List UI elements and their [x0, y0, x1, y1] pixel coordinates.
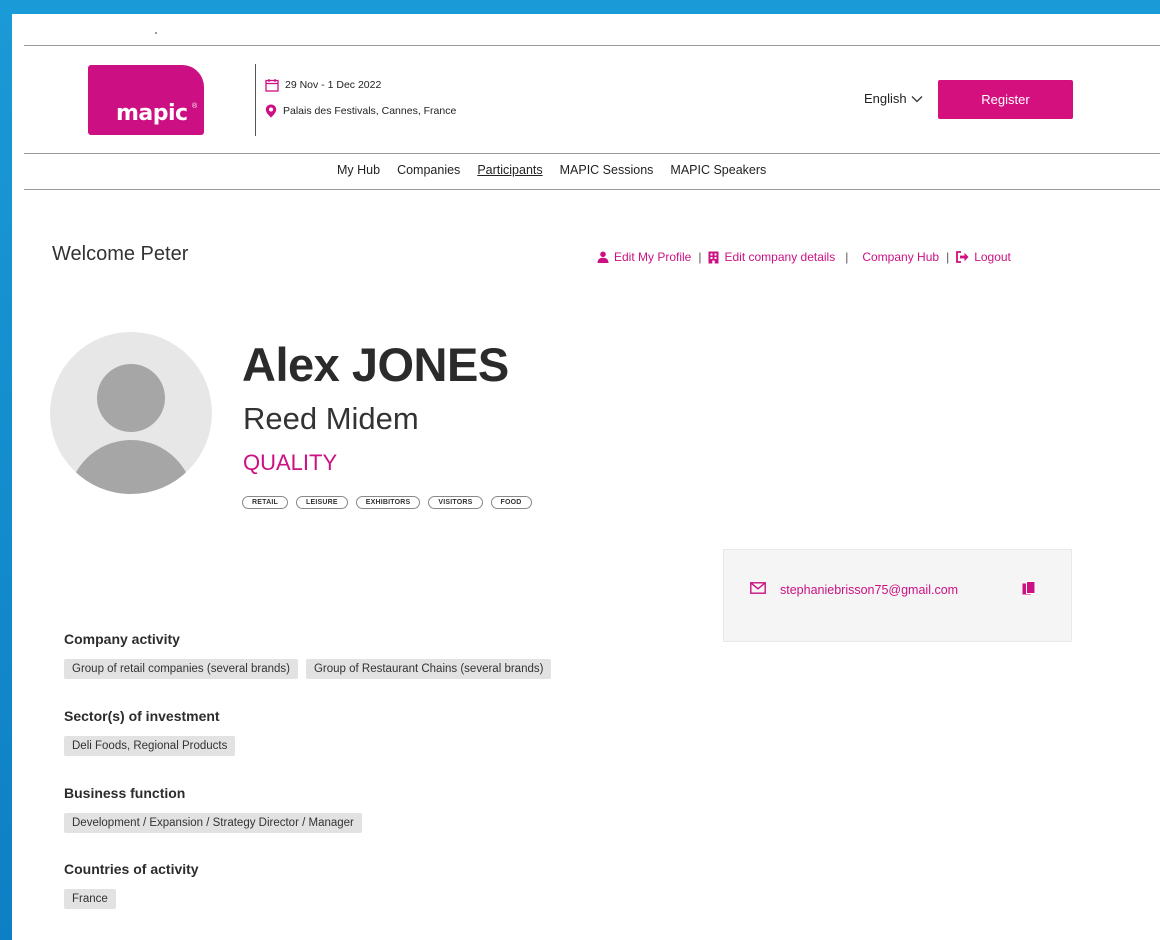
- user-links: Edit My Profile | Edit company details |…: [597, 250, 1011, 264]
- edit-company-label: Edit company details: [724, 250, 836, 264]
- event-date: 29 Nov - 1 Dec 2022: [265, 78, 381, 92]
- logo-text: mapic: [116, 101, 188, 126]
- company-name: Reed Midem: [243, 401, 419, 436]
- copy-icon[interactable]: [1022, 581, 1036, 602]
- quality-label: QUALITY: [243, 450, 338, 475]
- top-dot: [155, 32, 157, 34]
- chip: Group of Restaurant Chains (several bran…: [305, 659, 552, 679]
- chips-company-activity: Group of retail companies (several brand…: [64, 659, 552, 679]
- envelope-icon: [750, 582, 766, 597]
- chip: Group of retail companies (several brand…: [64, 659, 298, 679]
- tag-exhibitors: EXHIBITORS: [355, 496, 421, 509]
- contact-box: stephaniebrisson75@gmail.com: [723, 549, 1072, 642]
- language-label: English: [864, 91, 907, 106]
- nav-item-mapic-sessions[interactable]: MAPIC Sessions: [560, 163, 654, 177]
- nav-item-mapic-speakers[interactable]: MAPIC Speakers: [670, 163, 766, 177]
- register-button[interactable]: Register: [938, 80, 1073, 119]
- tag-leisure: LEISURE: [295, 496, 348, 509]
- section-title-sectors: Sector(s) of investment: [64, 708, 220, 724]
- logout-icon: [956, 251, 969, 263]
- edit-profile-link[interactable]: Edit My Profile: [597, 250, 691, 264]
- calendar-icon: [265, 78, 279, 92]
- contact-email[interactable]: stephaniebrisson75@gmail.com: [750, 582, 958, 597]
- main-nav: My Hub Companies Participants MAPIC Sess…: [337, 163, 766, 177]
- mapic-logo[interactable]: mapic ®: [88, 65, 204, 135]
- language-selector[interactable]: English: [864, 91, 923, 106]
- tag-retail: RETAIL: [242, 496, 288, 509]
- building-icon: [708, 251, 719, 264]
- header-top-divider: [24, 45, 1160, 46]
- avatar: [50, 332, 212, 494]
- edit-profile-label: Edit My Profile: [614, 250, 692, 264]
- person-name: Alex JONES: [242, 338, 509, 391]
- chip: France: [64, 889, 116, 909]
- page: mapic ® 29 Nov - 1 Dec 2022 Palais des F…: [12, 14, 1160, 940]
- user-icon: [597, 251, 609, 263]
- logout-label: Logout: [974, 250, 1011, 264]
- welcome-message: Welcome Peter: [52, 243, 189, 265]
- event-date-text: 29 Nov - 1 Dec 2022: [285, 79, 382, 91]
- nav-top-divider: [24, 153, 1160, 154]
- email-text: stephaniebrisson75@gmail.com: [780, 582, 959, 597]
- chips-business-function: Development / Expansion / Strategy Direc…: [64, 813, 362, 833]
- avatar-body: [68, 440, 194, 494]
- section-title-countries: Countries of activity: [64, 861, 199, 877]
- event-location-text: Palais des Festivals, Cannes, France: [283, 105, 457, 117]
- logout-link[interactable]: Logout: [956, 250, 1011, 264]
- edit-company-link[interactable]: Edit company details: [708, 250, 835, 264]
- profile-tags: RETAIL LEISURE EXHIBITORS VISITORS FOOD: [242, 496, 532, 509]
- chips-countries: France: [64, 889, 116, 909]
- nav-item-my-hub[interactable]: My Hub: [337, 163, 380, 177]
- tag-visitors: VISITORS: [428, 496, 483, 509]
- link-separator: |: [845, 250, 849, 264]
- nav-item-participants[interactable]: Participants: [477, 163, 542, 177]
- company-hub-label: Company Hub: [862, 250, 940, 264]
- event-location: Palais des Festivals, Cannes, France: [265, 104, 456, 118]
- nav-bottom-divider: [24, 189, 1160, 190]
- chip: Deli Foods, Regional Products: [64, 736, 236, 756]
- header-vertical-divider: [255, 64, 256, 136]
- link-separator: |: [698, 250, 702, 264]
- map-pin-icon: [265, 104, 277, 118]
- company-hub-link[interactable]: Company Hub: [862, 250, 939, 264]
- link-separator: |: [946, 250, 950, 264]
- nav-item-companies[interactable]: Companies: [397, 163, 460, 177]
- tag-food: FOOD: [490, 496, 532, 509]
- logo-registered-mark: ®: [192, 103, 198, 110]
- chips-sectors: Deli Foods, Regional Products: [64, 736, 236, 756]
- section-title-business-function: Business function: [64, 785, 186, 801]
- chip: Development / Expansion / Strategy Direc…: [64, 813, 362, 833]
- section-title-company-activity: Company activity: [64, 631, 180, 647]
- avatar-head: [97, 364, 165, 432]
- chevron-down-icon: [911, 91, 923, 106]
